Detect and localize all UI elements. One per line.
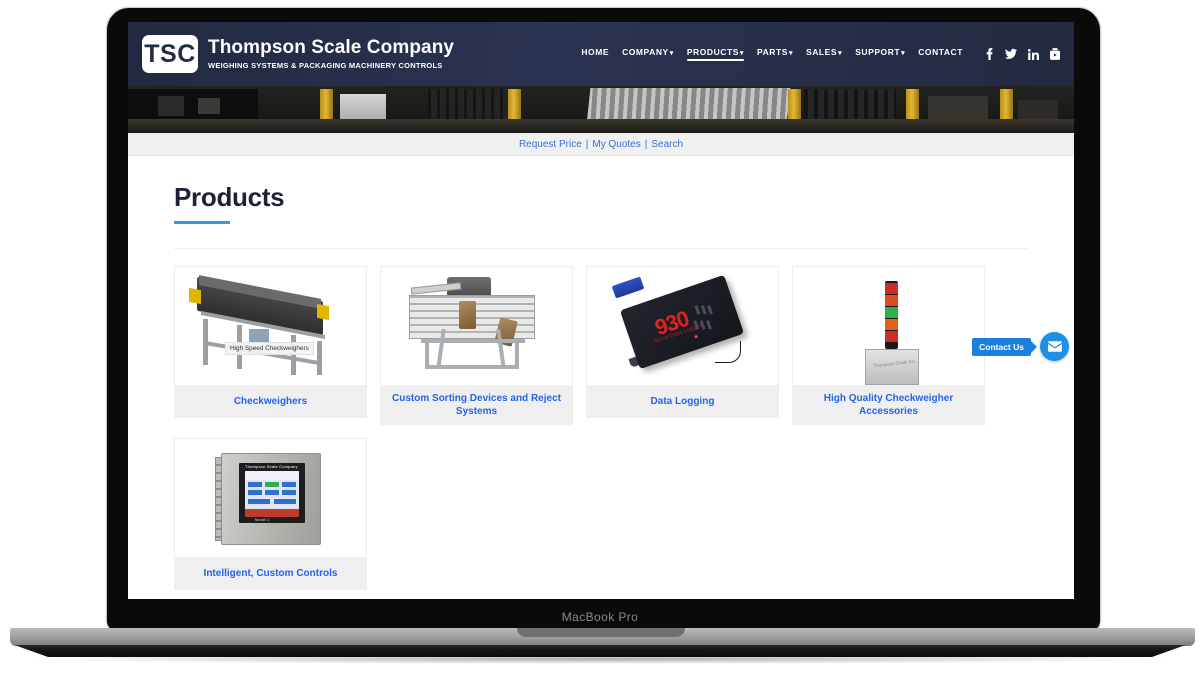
contact-widget[interactable]: Contact Us	[972, 332, 1069, 361]
page-body: Products High Speed Checkweighers Checkw…	[128, 156, 1074, 599]
device-label: MacBook Pro	[561, 610, 639, 624]
envelope-icon[interactable]	[1040, 332, 1069, 361]
site-header: TSC Thompson Scale Company WEIGHING SYST…	[128, 22, 1074, 86]
hero-banner	[128, 86, 1074, 133]
title-accent-rule	[174, 221, 230, 224]
product-card-title: Checkweighers	[174, 385, 367, 418]
company-tagline: WEIGHING SYSTEMS & PACKAGING MACHINERY C…	[208, 60, 443, 70]
social-links	[985, 48, 1060, 60]
chevron-down-icon: ▾	[901, 50, 906, 57]
chevron-down-icon: ▾	[838, 50, 843, 57]
main-navigation: HOME COMPANY▾ PRODUCTS▾ PARTS▾ SALES▾ SU…	[581, 47, 1060, 61]
nav-label: PARTS	[757, 47, 788, 57]
contact-tooltip: Contact Us	[972, 337, 1031, 356]
youtube-icon[interactable]	[1050, 48, 1060, 60]
conveyor-checkweigher-photo: High Speed Checkweighers	[174, 266, 367, 385]
request-price-link[interactable]: Request Price	[519, 139, 582, 150]
image-overlay-label: High Speed Checkweighers	[225, 342, 314, 355]
product-card-accessories[interactable]: Thompson Scale Co. High Quality Checkwei…	[792, 266, 985, 425]
company-name: Thompson Scale Company	[208, 37, 455, 59]
nav-label: HOME	[581, 47, 610, 57]
control-panel-enclosure-photo: Thompson Scale Company Model 1	[174, 438, 367, 557]
nav-label: COMPANY	[622, 47, 669, 57]
nav-label: SUPPORT	[855, 47, 901, 57]
twitter-icon[interactable]	[1005, 48, 1017, 60]
separator: |	[585, 138, 589, 150]
logo-text-block: Thompson Scale Company WEIGHING SYSTEMS …	[208, 38, 454, 70]
laptop-screen: TSC Thompson Scale Company WEIGHING SYST…	[128, 22, 1074, 599]
hero-warehouse-photo	[128, 86, 1074, 133]
product-grid: High Speed Checkweighers Checkweighers C…	[174, 266, 1028, 590]
nav-item-company[interactable]: COMPANY▾	[622, 47, 674, 61]
product-card-custom-sorting[interactable]: Custom Sorting Devices and Reject System…	[380, 266, 573, 425]
product-card-title: High Quality Checkweigher Accessories	[792, 385, 985, 425]
product-card-data-logging[interactable]: 930 Serial Data Logger Data Logging	[586, 266, 779, 425]
nav-item-parts[interactable]: PARTS▾	[757, 47, 793, 61]
nav-label: SALES	[806, 47, 838, 57]
laptop-notch	[517, 628, 685, 637]
screenshot-stage: TSC Thompson Scale Company WEIGHING SYST…	[0, 0, 1200, 680]
product-card-title: Intelligent, Custom Controls	[174, 557, 367, 590]
nav-label: PRODUCTS	[686, 47, 739, 57]
logo-badge: TSC	[142, 35, 198, 73]
chevron-down-icon: ▾	[669, 50, 674, 57]
page-title: Products	[174, 182, 285, 212]
search-link[interactable]: Search	[651, 139, 683, 150]
serial-data-logger-photo: 930 Serial Data Logger	[586, 266, 779, 385]
nav-item-sales[interactable]: SALES▾	[806, 47, 842, 61]
nav-item-support[interactable]: SUPPORT▾	[855, 47, 905, 61]
separator: |	[644, 138, 648, 150]
stack-light-tower-photo: Thompson Scale Co.	[792, 266, 985, 385]
linkedin-icon[interactable]	[1028, 48, 1039, 60]
laptop-shadow	[30, 654, 1170, 664]
nav-label: CONTACT	[918, 47, 963, 57]
chevron-down-icon: ▾	[788, 50, 794, 57]
product-card-custom-controls[interactable]: Thompson Scale Company Model 1 Intellige…	[174, 438, 367, 590]
roller-sorting-conveyor-photo	[380, 266, 573, 385]
product-card-title: Data Logging	[586, 385, 779, 418]
image-overlay-label: Thompson Scale Company	[245, 464, 298, 469]
product-card-title: Custom Sorting Devices and Reject System…	[380, 385, 573, 425]
product-card-checkweighers[interactable]: High Speed Checkweighers Checkweighers	[174, 266, 367, 425]
nav-item-home[interactable]: HOME	[581, 47, 609, 61]
nav-item-products[interactable]: PRODUCTS▾	[686, 47, 745, 61]
site-logo[interactable]: TSC Thompson Scale Company WEIGHING SYST…	[142, 35, 454, 73]
my-quotes-link[interactable]: My Quotes	[592, 139, 640, 150]
section-divider	[174, 248, 1028, 249]
utility-bar: Request Price | My Quotes | Search	[128, 133, 1074, 156]
facebook-icon[interactable]	[985, 48, 994, 60]
chevron-down-icon: ▾	[739, 50, 744, 57]
nav-item-contact[interactable]: CONTACT	[918, 47, 963, 61]
